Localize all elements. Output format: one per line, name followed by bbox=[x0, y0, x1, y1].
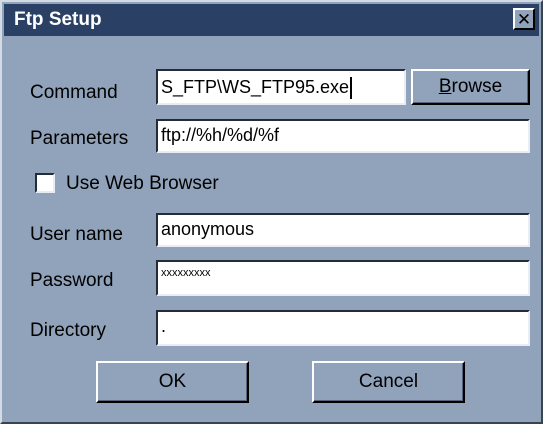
password-value: xxxxxxxxx bbox=[161, 267, 211, 279]
parameters-field[interactable]: ftp://%h/%d/%f bbox=[156, 119, 530, 153]
parameters-value: ftp://%h/%d/%f bbox=[161, 125, 280, 145]
directory-label: Directory bbox=[30, 320, 107, 341]
ok-label: OK bbox=[158, 371, 187, 392]
use-web-browser-label: Use Web Browser bbox=[66, 173, 219, 194]
command-label: Command bbox=[30, 82, 118, 103]
text-cursor bbox=[350, 77, 353, 100]
username-field[interactable]: anonymous bbox=[156, 213, 530, 247]
ftp-setup-dialog: Ftp Setup ✕ Command S_FTP\WS_FTP95.exe B… bbox=[0, 0, 543, 424]
ok-button[interactable]: OK bbox=[96, 361, 249, 403]
directory-field[interactable]: . bbox=[156, 310, 530, 346]
parameters-label: Parameters bbox=[30, 128, 129, 149]
username-value: anonymous bbox=[161, 219, 255, 239]
close-button[interactable]: ✕ bbox=[513, 8, 535, 30]
browse-button[interactable]: Browse bbox=[411, 69, 530, 105]
use-web-browser-checkbox[interactable] bbox=[35, 173, 55, 193]
browse-accel: B bbox=[438, 76, 452, 97]
password-label: Password bbox=[30, 270, 114, 291]
directory-value: . bbox=[161, 316, 167, 336]
cancel-label: Cancel bbox=[358, 371, 419, 392]
username-label: User name bbox=[30, 224, 123, 245]
cancel-button[interactable]: Cancel bbox=[312, 361, 465, 403]
window-title: Ftp Setup bbox=[14, 9, 102, 30]
close-icon: ✕ bbox=[516, 9, 532, 29]
command-field[interactable]: S_FTP\WS_FTP95.exe bbox=[156, 69, 406, 105]
browse-label: rowse bbox=[451, 76, 503, 97]
title-bar: Ftp Setup ✕ bbox=[4, 4, 539, 36]
command-value: S_FTP\WS_FTP95.exe bbox=[161, 77, 350, 97]
password-field[interactable]: xxxxxxxxx bbox=[156, 260, 530, 296]
